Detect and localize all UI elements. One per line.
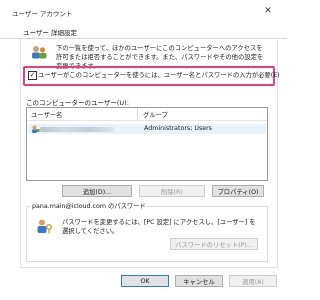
password-instructions: パスワードを変更するには、[PC 設定] にアクセスし、[ユーザー] を選択して…	[62, 219, 256, 235]
password-group-title: pana.main@icloud.com のパスワード	[30, 201, 148, 210]
column-header-group[interactable]: グループ	[143, 110, 168, 119]
column-header-username[interactable]: ユーザー名	[31, 110, 62, 119]
remove-user-button[interactable]: 削除(R)	[139, 185, 205, 197]
column-separator[interactable]	[137, 108, 138, 120]
users-list-label: このコンピューターのユーザー(U):	[26, 99, 129, 107]
reset-password-button[interactable]: パスワードのリセット(P)...	[170, 238, 258, 250]
users-table[interactable]: ユーザー名 グループ Administrators; Users	[26, 107, 268, 181]
window-title: ユーザー アカウント	[12, 10, 73, 18]
user-icon	[32, 125, 40, 133]
user-key-icon	[37, 219, 52, 234]
table-row[interactable]: Administrators; Users	[28, 124, 266, 134]
add-user-button[interactable]: 追加(D)...	[62, 185, 132, 197]
apply-button[interactable]: 適用(A)	[229, 275, 277, 287]
ok-button[interactable]: OK	[121, 275, 169, 287]
tab-bar: ユーザー 詳細設定	[0, 24, 287, 39]
close-icon[interactable]: ✕	[262, 5, 274, 17]
require-password-label[interactable]: ユーザーがこのコンピューターを使うには、ユーザー名とパスワードの入力が必要(E)	[38, 70, 280, 79]
row-group-cell: Administrators; Users	[144, 125, 212, 132]
tab-advanced[interactable]: 詳細設定	[48, 27, 80, 37]
properties-button[interactable]: プロパティ(O)	[212, 185, 264, 197]
users-icon	[32, 46, 47, 59]
username-redacted	[40, 127, 114, 132]
cancel-button[interactable]: キャンセル	[175, 275, 223, 287]
require-password-checkbox[interactable]: ✓	[28, 71, 37, 80]
header-divider	[27, 120, 267, 121]
